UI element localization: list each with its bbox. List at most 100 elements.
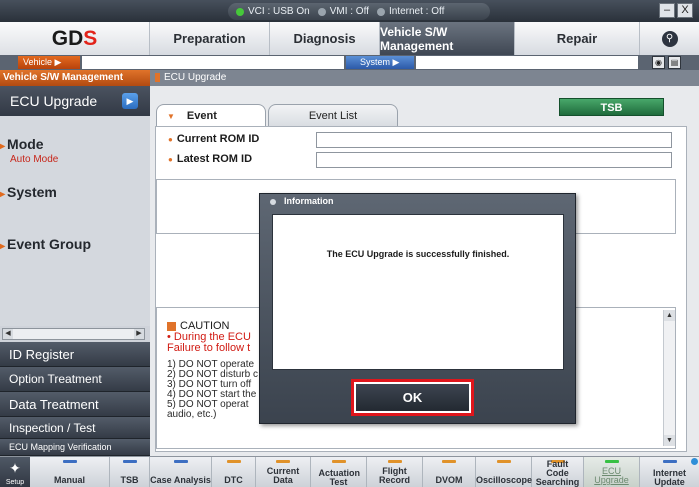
camera-icon[interactable]: ◉ (652, 56, 665, 69)
bullet-icon: ▸ (0, 189, 6, 200)
internet-update-button[interactable]: Internet Update (640, 457, 699, 487)
actuation-test-button[interactable]: Actuation Test (311, 457, 367, 487)
tab-diagnosis[interactable]: Diagnosis (270, 22, 380, 55)
tab-event-list[interactable]: Event List (268, 104, 398, 126)
dtc-button[interactable]: DTC (212, 457, 256, 487)
indicator-icon (226, 460, 241, 463)
main-nav: GD S Preparation Diagnosis Vehicle S/W Ma… (0, 22, 699, 55)
scroll-down-icon[interactable]: ▼ (664, 435, 675, 446)
caution-warning-text: • During the ECU Failure to follow t (167, 331, 251, 354)
current-rom-field[interactable] (316, 132, 672, 148)
indicator-icon (276, 460, 290, 463)
sidebar-button-inspection-test[interactable]: Inspection / Test (0, 417, 150, 439)
play-arrow-icon: ▶ (392, 57, 400, 67)
wrench-icon: ✦ (9, 460, 21, 476)
vmi-status: VMI : Off (317, 6, 369, 17)
indicator-icon (62, 460, 77, 463)
indicator-icon (122, 460, 137, 463)
bottom-toolbar: ✦ Setup Manual TSB Case Analysis DTC Curr… (0, 456, 699, 487)
warning-icon (167, 321, 176, 331)
setup-button[interactable]: ✦ Setup (0, 457, 30, 487)
mode-title: ▸ Mode (0, 136, 44, 152)
sidebar-header: Vehicle S/W Management (0, 70, 150, 86)
title-bar: VCI : USB On VMI : Off Internet : Off – … (0, 0, 699, 22)
latest-rom-label: ● Latest ROM ID (168, 153, 253, 165)
internet-led-icon (376, 7, 385, 16)
ecu-upgrade-button[interactable]: ECU Upgrade (584, 457, 640, 487)
ok-button-highlight: OK (351, 379, 474, 416)
system-select-button[interactable]: System ▶ (346, 56, 414, 69)
gds-window: VCI : USB On VMI : Off Internet : Off – … (0, 0, 699, 487)
indicator-icon (331, 460, 346, 463)
minimize-button[interactable]: – (659, 3, 675, 18)
internet-status: Internet : Off (376, 6, 444, 17)
ok-button[interactable]: OK (356, 384, 469, 411)
tsb-toolbar-button[interactable]: TSB (110, 457, 150, 487)
manual-button[interactable]: Manual (30, 457, 110, 487)
indicator-icon (496, 460, 511, 463)
tab-preparation[interactable]: Preparation (150, 22, 270, 55)
fault-code-searching-button[interactable]: Fault Code Searching (532, 457, 584, 487)
info-icon (270, 198, 276, 205)
search-icon: ⚲ (661, 30, 678, 47)
sidebar: ECU Upgrade ▶ ▸ Mode Auto Mode ▸ System ▸ Ev… (0, 86, 150, 340)
sidebar-item-ecu-upgrade[interactable]: ECU Upgrade ▶ (0, 86, 150, 116)
bullet-icon: ▸ (0, 241, 6, 252)
case-analysis-button[interactable]: Case Analysis (150, 457, 212, 487)
current-rom-label: ● Current ROM ID (168, 133, 260, 145)
sidebar-button-option-treatment[interactable]: Option Treatment (0, 367, 150, 392)
vehicle-select-button[interactable]: Vehicle ▶ (18, 56, 80, 69)
dialog-title: Information (260, 194, 575, 208)
system-title: ▸ System (0, 184, 57, 200)
print-icon[interactable]: ▤ (668, 56, 681, 69)
tab-event[interactable]: ▼ Event (156, 104, 266, 126)
bullet-icon: ● (168, 155, 173, 164)
selector-bar: Vehicle ▶ System ▶ ◉ ▤ (0, 55, 699, 70)
tab-vehicle-sw-management[interactable]: Vehicle S/W Management (380, 22, 515, 55)
latest-rom-field[interactable] (316, 152, 672, 168)
sidebar-button-ecu-mapping-verification[interactable]: ECU Mapping Verification (0, 439, 150, 456)
window-controls: – X (659, 3, 693, 18)
search-button[interactable]: ⚲ (640, 22, 699, 55)
indicator-icon (442, 460, 456, 463)
vci-led-icon (236, 7, 244, 16)
vehicle-field[interactable] (82, 56, 344, 69)
dialog-message: The ECU Upgrade is successfully finished… (326, 249, 510, 259)
flight-record-button[interactable]: Flight Record (367, 457, 423, 487)
caution-list: 1) DO NOT operate 2) DO NOT disturb c 3)… (167, 360, 258, 420)
oscilloscope-button[interactable]: Oscilloscope (476, 457, 532, 487)
system-field[interactable] (416, 56, 638, 69)
tab-repair[interactable]: Repair (515, 22, 640, 55)
event-group-title: ▸ Event Group (0, 236, 92, 252)
bullet-icon: ● (168, 135, 173, 144)
sidebar-hscrollbar[interactable]: ◀ ▶ (2, 328, 145, 340)
mode-value[interactable]: Auto Mode (10, 154, 58, 165)
indicator-icon (387, 460, 402, 463)
dvom-button[interactable]: DVOM (423, 457, 476, 487)
notification-icon (691, 458, 698, 465)
gds-logo: GD S (0, 22, 150, 55)
sidebar-button-id-register[interactable]: ID Register (0, 342, 150, 367)
toolbar-icons: ◉ ▤ (652, 56, 681, 69)
scroll-up-icon[interactable]: ▲ (664, 310, 675, 321)
close-button[interactable]: X (677, 3, 693, 18)
play-arrow-icon: ▶ (54, 57, 62, 67)
dialog-body: The ECU Upgrade is successfully finished… (272, 214, 564, 370)
scroll-left-icon[interactable]: ◀ (3, 329, 13, 339)
sidebar-button-data-treatment[interactable]: Data Treatment (0, 392, 150, 417)
breadcrumb-marker-icon (155, 72, 160, 82)
tsb-button[interactable]: TSB (559, 98, 664, 116)
vci-status: VCI : USB On (236, 6, 310, 17)
vmi-led-icon (317, 7, 326, 16)
scroll-right-icon[interactable]: ▶ (134, 329, 144, 339)
indicator-icon (662, 460, 677, 463)
breadcrumb: ECU Upgrade (150, 70, 699, 86)
bullet-icon: ▸ (0, 141, 6, 152)
information-dialog: Information The ECU Upgrade is successfu… (259, 193, 576, 424)
caution-item: audio, etc.) (167, 409, 217, 420)
indicator-icon (604, 460, 619, 463)
chevron-right-icon: ▶ (122, 93, 138, 109)
caution-vscrollbar[interactable]: ▲ ▼ (663, 310, 675, 446)
chevron-down-icon: ▼ (167, 112, 175, 121)
current-data-button[interactable]: Current Data (256, 457, 311, 487)
